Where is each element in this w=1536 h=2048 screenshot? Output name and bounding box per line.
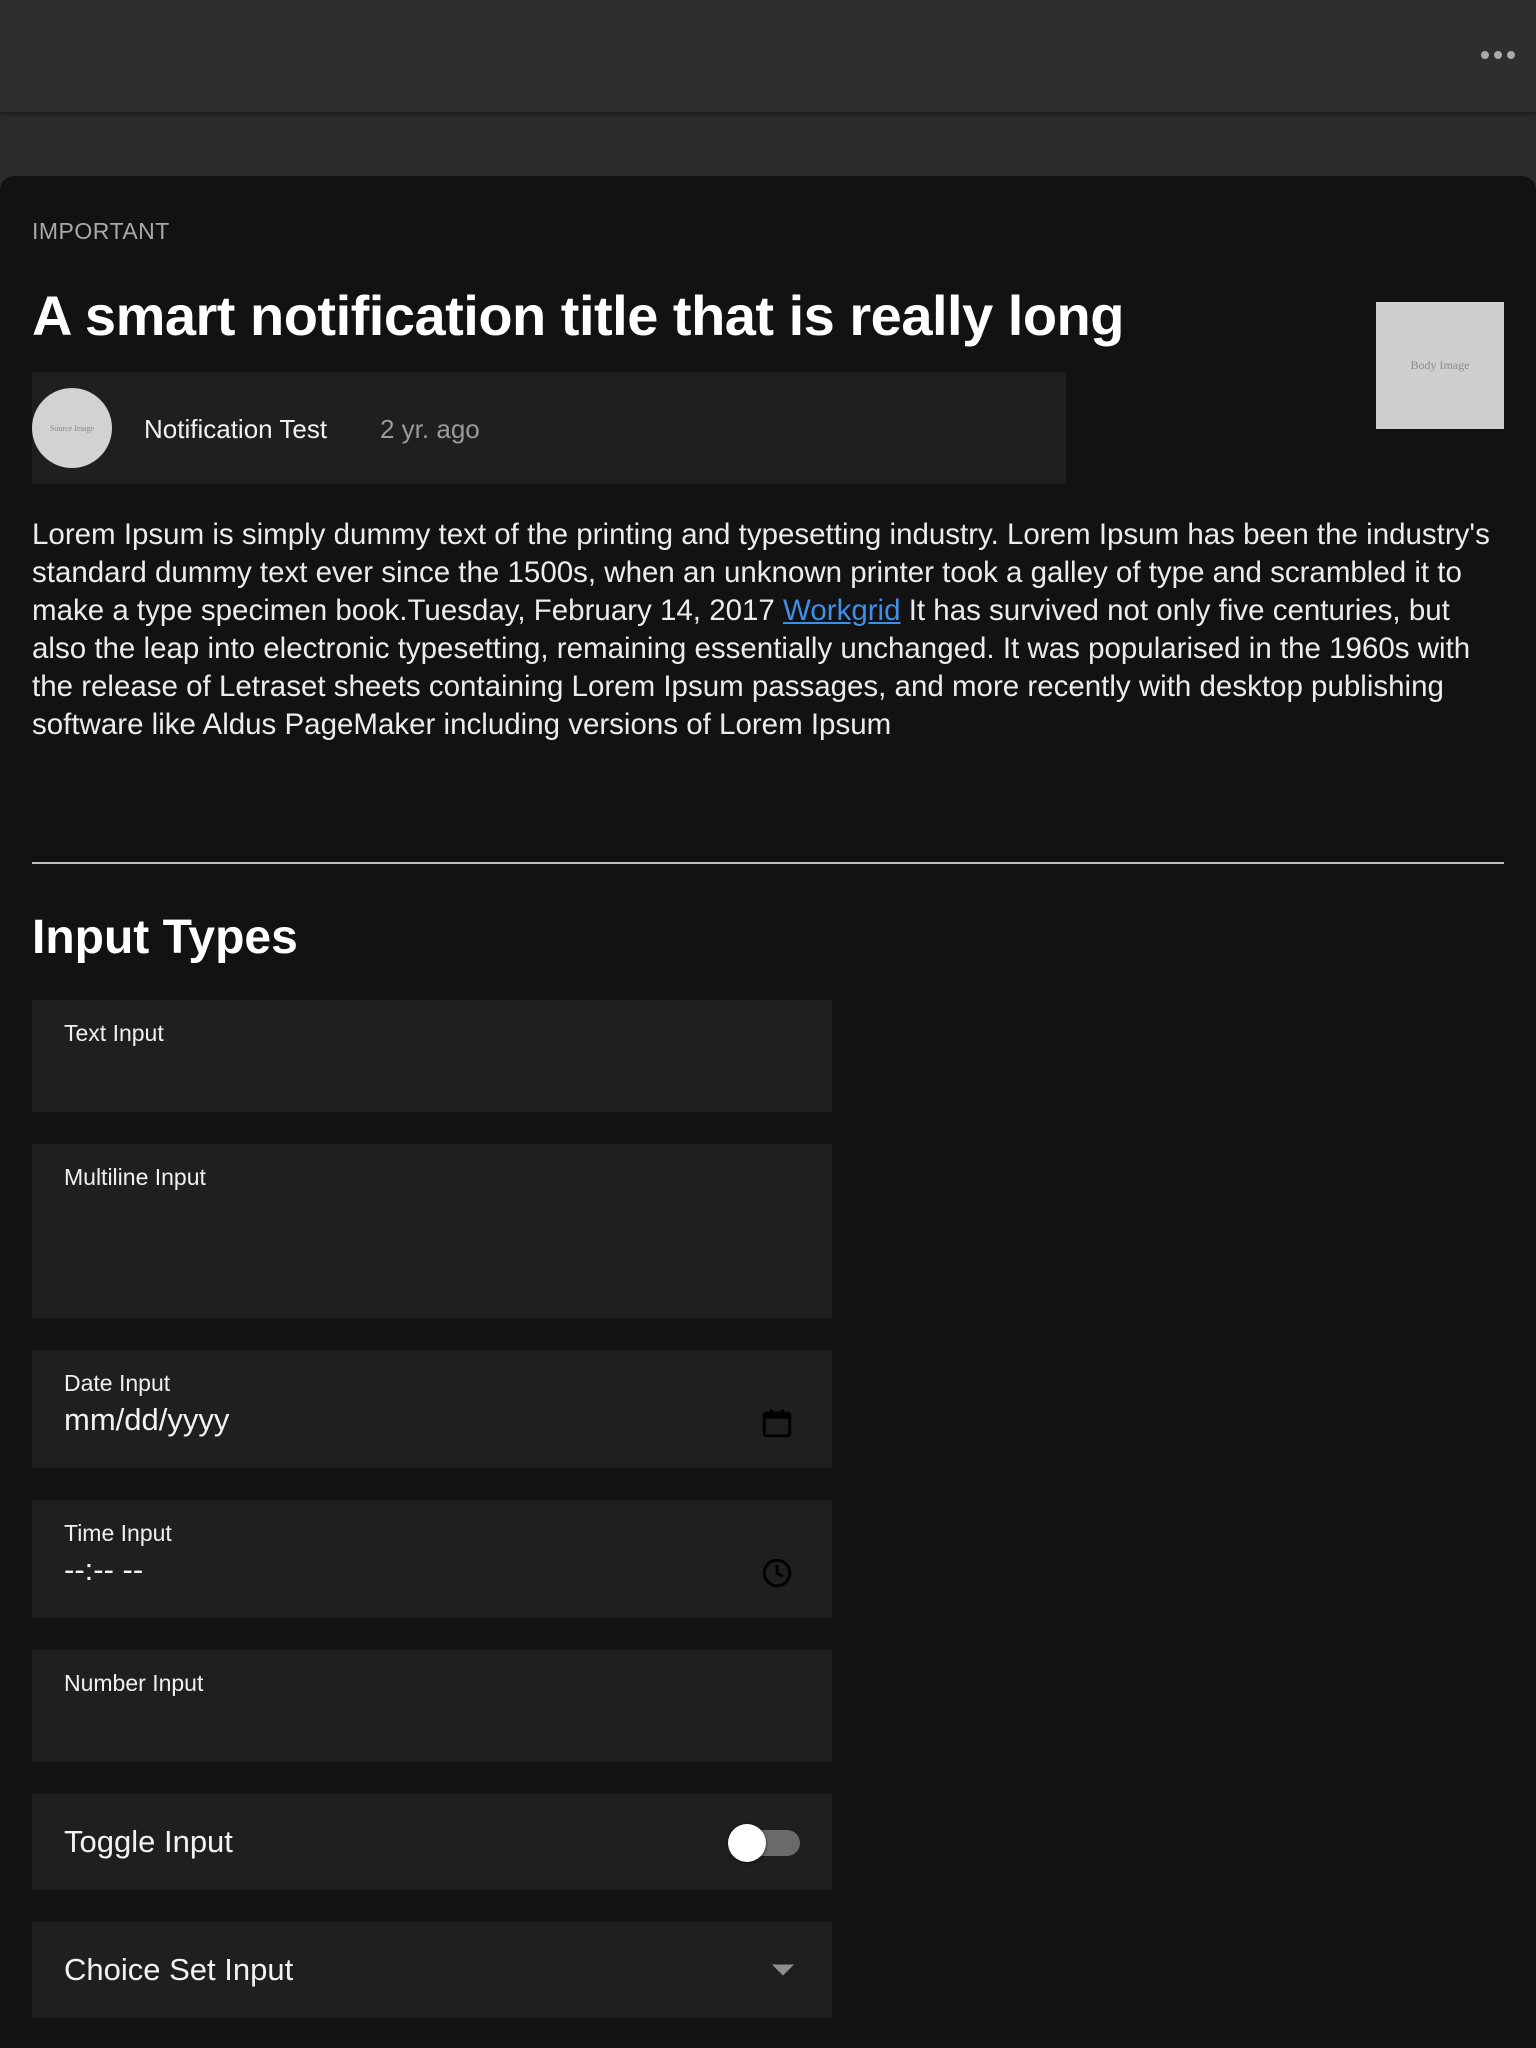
more-horizontal-icon-dot bbox=[1494, 51, 1502, 59]
avatar-label: Source Image bbox=[49, 423, 95, 433]
multiline-input-label: Multiline Input bbox=[64, 1164, 206, 1190]
multiline-input-field[interactable]: Multiline Input bbox=[32, 1144, 832, 1318]
toggle-knob bbox=[728, 1824, 766, 1862]
notification-title: A smart notification title that is reall… bbox=[32, 284, 1124, 347]
date-input-field[interactable]: Date Input mm/dd/yyyy bbox=[32, 1350, 832, 1468]
time-input[interactable]: --:-- -- bbox=[64, 1552, 143, 1588]
number-input-field[interactable]: Number Input bbox=[32, 1650, 832, 1762]
more-options-button[interactable] bbox=[1478, 40, 1518, 70]
toggle-switch[interactable] bbox=[728, 1824, 800, 1862]
calendar-icon[interactable] bbox=[760, 1406, 794, 1440]
body-image-label: Body Image bbox=[1410, 358, 1470, 372]
toggle-input-field[interactable]: Toggle Input bbox=[32, 1794, 832, 1890]
chevron-down-icon[interactable] bbox=[772, 1964, 794, 1976]
text-input-field[interactable]: Text Input bbox=[32, 1000, 832, 1112]
number-input-label: Number Input bbox=[64, 1670, 204, 1696]
number-input[interactable] bbox=[64, 1704, 794, 1744]
time-input-label: Time Input bbox=[64, 1520, 172, 1546]
choice-set-input-label: Choice Set Input bbox=[64, 1952, 294, 1987]
section-divider bbox=[32, 862, 1504, 864]
avatar: Source Image bbox=[32, 388, 112, 468]
workgrid-link[interactable]: Workgrid bbox=[783, 594, 900, 627]
choice-set-input-field[interactable]: Choice Set Input bbox=[32, 1922, 832, 2018]
sender-timestamp: 2 yr. ago bbox=[380, 414, 480, 444]
header-subbar bbox=[0, 116, 1536, 176]
body-image: Body Image bbox=[1376, 302, 1504, 429]
clock-icon[interactable] bbox=[760, 1556, 794, 1590]
time-input-field[interactable]: Time Input --:-- -- bbox=[32, 1500, 832, 1618]
more-horizontal-icon-dot bbox=[1507, 51, 1515, 59]
app-header bbox=[0, 0, 1536, 112]
notification-category: IMPORTANT bbox=[32, 218, 170, 244]
notification-body: Lorem Ipsum is simply dummy text of the … bbox=[32, 516, 1510, 744]
sender-name: Notification Test bbox=[144, 414, 328, 444]
toggle-input-label: Toggle Input bbox=[64, 1824, 233, 1859]
date-input[interactable]: mm/dd/yyyy bbox=[64, 1402, 229, 1438]
sender-bar: Source Image Notification Test 2 yr. ago bbox=[32, 372, 1066, 484]
date-input-label: Date Input bbox=[64, 1370, 171, 1396]
text-input[interactable] bbox=[64, 1054, 794, 1094]
text-input-label: Text Input bbox=[64, 1020, 164, 1046]
section-heading: Input Types bbox=[32, 911, 298, 964]
more-horizontal-icon bbox=[1481, 51, 1489, 59]
